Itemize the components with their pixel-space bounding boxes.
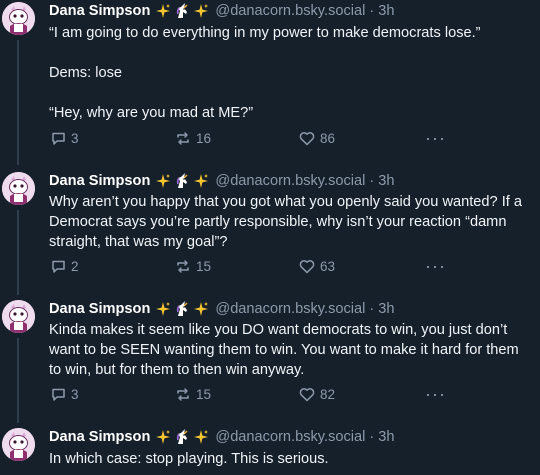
post-actions: 3 16 86 ···: [49, 129, 449, 151]
sparkles-icon: [156, 4, 171, 18]
reply-icon: [52, 388, 65, 401]
repost-icon: [177, 260, 189, 273]
more-options-icon[interactable]: ···: [425, 129, 446, 147]
heart-icon: [299, 260, 315, 274]
thread-feed: Dana Simpson @danacorn.bsky.social · 3h …: [0, 0, 540, 475]
repost-count: 15: [196, 387, 212, 402]
repost-button[interactable]: 15: [175, 387, 211, 402]
like-count: 86: [320, 131, 336, 146]
sparkles-icon: [194, 302, 209, 316]
post-line-blank: [49, 43, 533, 63]
more-options-icon[interactable]: ···: [425, 385, 446, 403]
like-count: 82: [320, 387, 336, 402]
separator: ·: [369, 301, 375, 317]
post-actions: 3 15 82 ···: [49, 385, 449, 407]
badge-emojis: [156, 429, 209, 445]
repost-icon: [177, 132, 189, 145]
repost-button[interactable]: 15: [175, 259, 211, 274]
sparkles-icon: [156, 174, 171, 188]
author-name[interactable]: Dana Simpson: [49, 3, 150, 19]
sparkles-icon: [156, 302, 171, 316]
repost-count: 15: [196, 259, 212, 274]
author-name[interactable]: Dana Simpson: [49, 173, 150, 189]
author-handle[interactable]: @danacorn.bsky.social: [215, 173, 365, 189]
post-actions: 2 15 63 ···: [49, 257, 449, 279]
author-name[interactable]: Dana Simpson: [49, 429, 150, 445]
post-time[interactable]: 3h: [378, 301, 394, 317]
post[interactable]: Dana Simpson @danacorn.bsky.social · 3h …: [0, 0, 540, 165]
thread-line: [17, 338, 19, 423]
post-line: In which case: stop playing. This is ser…: [49, 451, 329, 467]
unicorn-icon: [177, 429, 188, 444]
reply-button[interactable]: 2: [51, 259, 79, 274]
like-button[interactable]: 63: [299, 259, 335, 274]
post-line: “I am going to do everything in my power…: [49, 25, 481, 41]
reply-icon: [52, 132, 65, 145]
author-handle[interactable]: @danacorn.bsky.social: [215, 429, 365, 445]
author-handle[interactable]: @danacorn.bsky.social: [215, 301, 365, 317]
post-time[interactable]: 3h: [378, 173, 394, 189]
post[interactable]: Dana Simpson @danacorn.bsky.social · 3h …: [0, 298, 540, 423]
post-line: Dems: lose: [49, 65, 122, 81]
author-name[interactable]: Dana Simpson: [49, 301, 150, 317]
like-count: 63: [320, 259, 336, 274]
heart-icon: [299, 132, 315, 146]
thread-line: [17, 210, 19, 295]
post-line-blank: [49, 83, 533, 103]
like-button[interactable]: 82: [299, 387, 335, 402]
more-options-icon[interactable]: ···: [425, 257, 446, 275]
separator: ·: [369, 3, 375, 19]
like-button[interactable]: 86: [299, 131, 335, 146]
avatar[interactable]: [2, 300, 35, 333]
post-time[interactable]: 3h: [378, 429, 394, 445]
reply-count: 3: [71, 387, 79, 402]
badge-emojis: [156, 301, 209, 317]
post-time[interactable]: 3h: [378, 3, 394, 19]
post[interactable]: Dana Simpson @danacorn.bsky.social · 3h …: [0, 426, 540, 475]
reply-button[interactable]: 3: [51, 131, 79, 146]
repost-count: 16: [196, 131, 212, 146]
sparkles-icon: [194, 430, 209, 444]
author-handle[interactable]: @danacorn.bsky.social: [215, 3, 365, 19]
reply-icon: [52, 260, 65, 273]
post-text: Why aren’t you happy that you got what y…: [49, 192, 533, 252]
post-text: “I am going to do everything in my power…: [49, 23, 533, 123]
badge-emojis: [156, 3, 209, 19]
reply-count: 2: [71, 259, 79, 274]
heart-icon: [299, 388, 315, 402]
post[interactable]: Dana Simpson @danacorn.bsky.social · 3h …: [0, 170, 540, 295]
post-line: Why aren’t you happy that you got what y…: [49, 194, 522, 250]
sparkles-icon: [194, 174, 209, 188]
avatar[interactable]: [2, 428, 35, 461]
post-text: Kinda makes it seem like you DO want dem…: [49, 320, 533, 380]
separator: ·: [369, 429, 375, 445]
post-text: In which case: stop playing. This is ser…: [49, 449, 533, 469]
avatar[interactable]: [2, 172, 35, 205]
repost-icon: [177, 388, 189, 401]
unicorn-icon: [177, 301, 188, 316]
badge-emojis: [156, 173, 209, 189]
separator: ·: [369, 173, 375, 189]
thread-line: [17, 40, 19, 165]
unicorn-icon: [177, 173, 188, 188]
avatar[interactable]: [2, 2, 35, 35]
unicorn-icon: [177, 3, 188, 18]
repost-button[interactable]: 16: [175, 131, 211, 146]
post-line: Kinda makes it seem like you DO want dem…: [49, 322, 519, 378]
sparkles-icon: [156, 430, 171, 444]
reply-count: 3: [71, 131, 79, 146]
post-line: “Hey, why are you mad at ME?”: [49, 105, 254, 121]
sparkles-icon: [194, 4, 209, 18]
reply-button[interactable]: 3: [51, 387, 79, 402]
